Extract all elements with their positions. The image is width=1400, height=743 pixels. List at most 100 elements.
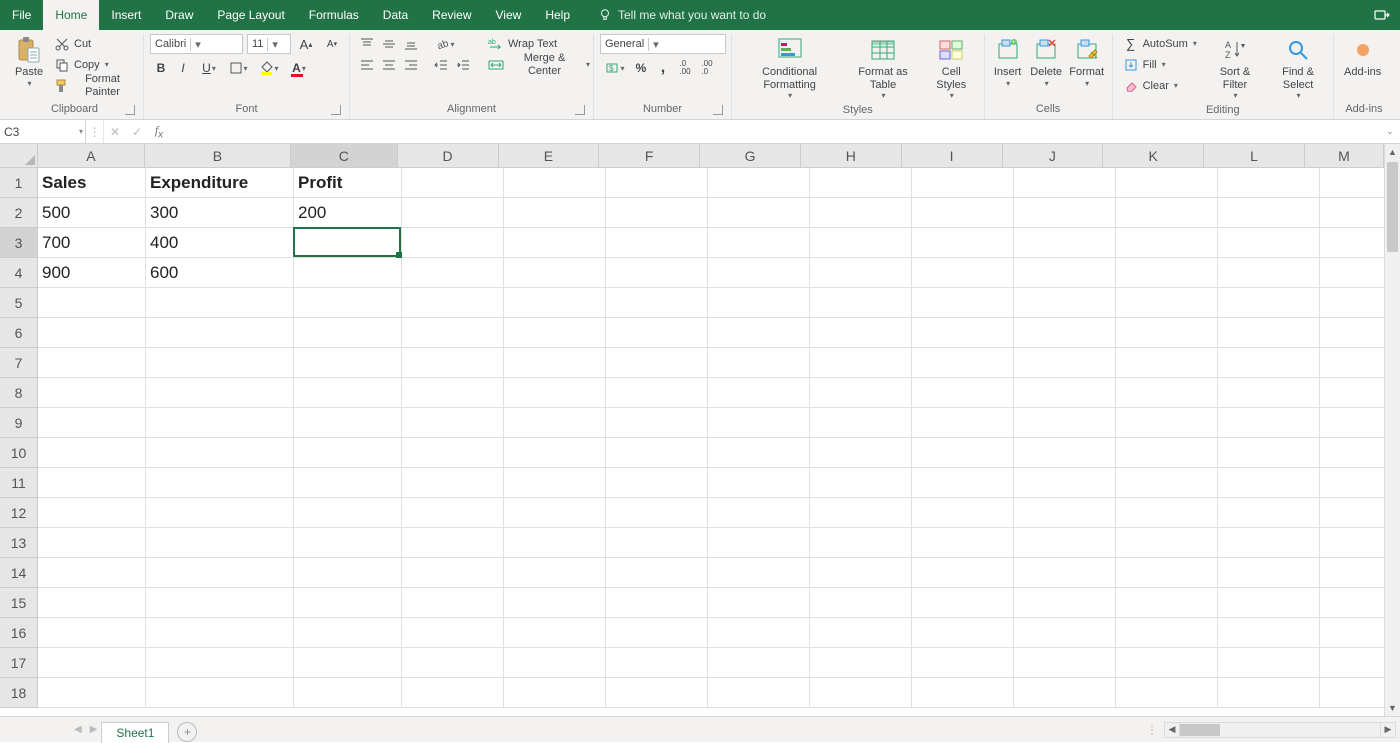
enter-formula-button[interactable]: ✓ [126,120,148,143]
fill-button[interactable]: Fill▾ [1119,55,1201,75]
cell-E15[interactable] [504,588,606,618]
cell-I8[interactable] [912,378,1014,408]
cell-B8[interactable] [146,378,294,408]
align-left-button[interactable] [356,55,378,75]
row-header[interactable]: 1 [0,168,38,198]
column-header[interactable]: A [38,144,145,168]
cell-D14[interactable] [402,558,504,588]
cell-A14[interactable] [38,558,146,588]
cell-B7[interactable] [146,348,294,378]
underline-button[interactable]: U▾ [194,58,224,78]
format-painter-button[interactable]: Format Painter [50,76,137,96]
cell-E2[interactable] [504,198,606,228]
cell-M9[interactable] [1320,408,1384,438]
cell-G3[interactable] [708,228,810,258]
cell-D6[interactable] [402,318,504,348]
cell-E14[interactable] [504,558,606,588]
cell-G5[interactable] [708,288,810,318]
cut-button[interactable]: Cut [50,34,137,54]
row-header[interactable]: 18 [0,678,38,708]
row-header[interactable]: 12 [0,498,38,528]
cell-I5[interactable] [912,288,1014,318]
cell-K6[interactable] [1116,318,1218,348]
cell-G14[interactable] [708,558,810,588]
cell-D11[interactable] [402,468,504,498]
autosum-button[interactable]: ∑AutoSum▾ [1119,34,1201,54]
cell-E12[interactable] [504,498,606,528]
cell-K12[interactable] [1116,498,1218,528]
cell-A7[interactable] [38,348,146,378]
cell-C10[interactable] [294,438,402,468]
increase-font-button[interactable]: A▴ [295,34,317,54]
italic-button[interactable]: I [172,58,194,78]
cell-K3[interactable] [1116,228,1218,258]
cell-C8[interactable] [294,378,402,408]
clear-button[interactable]: Clear▾ [1119,76,1201,96]
cell-I2[interactable] [912,198,1014,228]
cell-C2[interactable]: 200 [294,198,402,228]
cell-C18[interactable] [294,678,402,708]
cell-E16[interactable] [504,618,606,648]
cell-A3[interactable]: 700 [38,228,146,258]
cell-H18[interactable] [810,678,912,708]
cell-J5[interactable] [1014,288,1116,318]
insert-function-button[interactable]: fx [148,120,170,143]
cell-E5[interactable] [504,288,606,318]
dialog-launcher-icon[interactable] [575,105,585,115]
column-header[interactable]: B [145,144,291,168]
cell-J10[interactable] [1014,438,1116,468]
cell-M10[interactable] [1320,438,1384,468]
cell-C7[interactable] [294,348,402,378]
dialog-launcher-icon[interactable] [125,105,135,115]
cell-I18[interactable] [912,678,1014,708]
cell-H11[interactable] [810,468,912,498]
cell-G15[interactable] [708,588,810,618]
cell-H1[interactable] [810,168,912,198]
cell-H9[interactable] [810,408,912,438]
cell-B11[interactable] [146,468,294,498]
cell-H13[interactable] [810,528,912,558]
row-header[interactable]: 5 [0,288,38,318]
cell-K4[interactable] [1116,258,1218,288]
cell-L5[interactable] [1218,288,1320,318]
cell-D15[interactable] [402,588,504,618]
cell-K10[interactable] [1116,438,1218,468]
cell-J7[interactable] [1014,348,1116,378]
cell-F16[interactable] [606,618,708,648]
cell-I6[interactable] [912,318,1014,348]
cell-D12[interactable] [402,498,504,528]
tab-file[interactable]: File [0,0,43,30]
cell-I17[interactable] [912,648,1014,678]
row-header[interactable]: 6 [0,318,38,348]
cell-I15[interactable] [912,588,1014,618]
decrease-decimal-button[interactable]: .00.0 [696,58,718,78]
cell-D7[interactable] [402,348,504,378]
row-header[interactable]: 17 [0,648,38,678]
cell-M13[interactable] [1320,528,1384,558]
new-sheet-button[interactable]: + [177,722,197,742]
cell-D18[interactable] [402,678,504,708]
cell-L17[interactable] [1218,648,1320,678]
cell-G11[interactable] [708,468,810,498]
cell-I16[interactable] [912,618,1014,648]
cell-C16[interactable] [294,618,402,648]
cell-A5[interactable] [38,288,146,318]
font-color-button[interactable]: A▾ [284,58,314,78]
cell-A1[interactable]: Sales [38,168,146,198]
cell-L10[interactable] [1218,438,1320,468]
cell-I12[interactable] [912,498,1014,528]
cell-M11[interactable] [1320,468,1384,498]
dialog-launcher-icon[interactable] [331,105,341,115]
cell-M16[interactable] [1320,618,1384,648]
number-format-combo[interactable]: General▾ [600,34,726,54]
row-header[interactable]: 14 [0,558,38,588]
vertical-scrollbar[interactable]: ▲ ▼ [1384,144,1400,716]
decrease-font-button[interactable]: A▾ [321,34,343,54]
row-header[interactable]: 13 [0,528,38,558]
cell-E10[interactable] [504,438,606,468]
cell-K8[interactable] [1116,378,1218,408]
scroll-thumb[interactable] [1180,724,1220,736]
cell-D1[interactable] [402,168,504,198]
share-button[interactable] [1364,0,1400,30]
cell-D13[interactable] [402,528,504,558]
